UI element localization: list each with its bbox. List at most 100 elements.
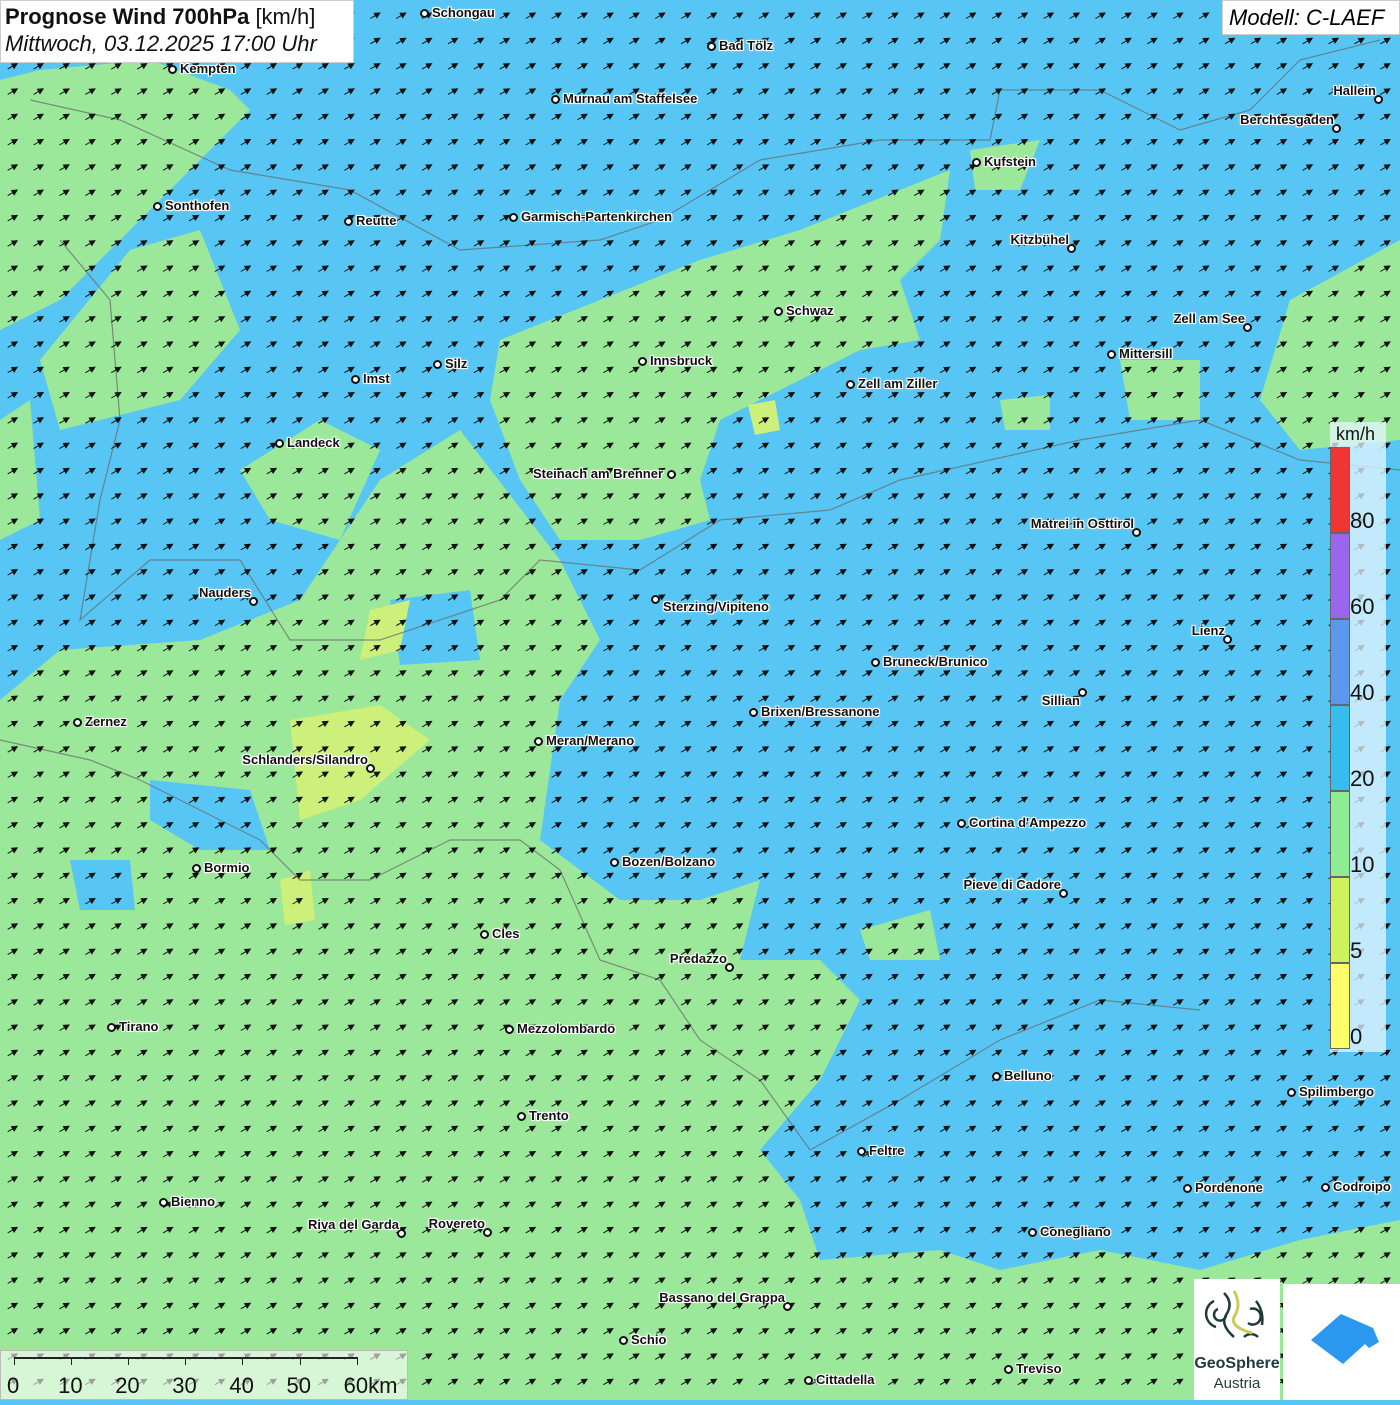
- city-marker: [667, 470, 676, 479]
- legend-tick: 5: [1350, 938, 1362, 964]
- city-label: Schio: [631, 1332, 666, 1347]
- city-label: Zell am Ziller: [858, 376, 937, 391]
- app-logo[interactable]: [1283, 1284, 1400, 1400]
- city-marker: [804, 1376, 813, 1385]
- scale-tick: [71, 1357, 72, 1365]
- city-label: Lienz: [1192, 623, 1225, 638]
- city-label: Schlanders/Silandro: [242, 752, 368, 767]
- city-marker: [610, 858, 619, 867]
- city-label: Garmisch-Partenkirchen: [521, 209, 672, 224]
- legend-tick: 60: [1350, 594, 1374, 620]
- city-label: Tirano: [119, 1019, 159, 1034]
- city-marker: [159, 1198, 168, 1207]
- legend-swatch: [1330, 963, 1350, 1049]
- city-label: Silz: [445, 356, 467, 371]
- city-marker: [351, 375, 360, 384]
- scale-label: 50: [287, 1373, 311, 1399]
- city-label: Zernez: [85, 714, 127, 729]
- city-label: Nauders: [199, 585, 251, 600]
- city-label: Predazzo: [670, 951, 727, 966]
- city-marker: [168, 65, 177, 74]
- city-label: Trento: [529, 1108, 569, 1123]
- city-label: Bruneck/Brunico: [883, 654, 988, 669]
- city-marker: [871, 658, 880, 667]
- city-label: Kempten: [180, 61, 236, 76]
- city-label: Landeck: [287, 435, 340, 450]
- city-label: Innsbruck: [650, 353, 712, 368]
- legend-unit: km/h: [1336, 424, 1375, 445]
- legend-tick: 80: [1350, 508, 1374, 534]
- city-label: Mezzolombardo: [517, 1021, 615, 1036]
- scale-tick: [185, 1357, 186, 1365]
- city-marker: [153, 202, 162, 211]
- city-marker: [638, 357, 647, 366]
- city-label: Berchtesgaden: [1240, 112, 1334, 127]
- city-label: Pordenone: [1195, 1180, 1263, 1195]
- city-marker: [505, 1025, 514, 1034]
- city-marker: [992, 1072, 1001, 1081]
- city-marker: [551, 95, 560, 104]
- city-label: Reutte: [356, 213, 396, 228]
- scale-tick: [242, 1357, 243, 1365]
- scale-label: 20: [115, 1373, 139, 1399]
- city-label: Schongau: [432, 5, 495, 20]
- city-marker: [420, 9, 429, 18]
- forecast-datetime: Mittwoch, 03.12.2025 17:00 Uhr: [5, 31, 349, 57]
- city-label: Treviso: [1016, 1361, 1062, 1376]
- city-label: Kufstein: [984, 154, 1036, 169]
- city-marker: [1004, 1365, 1013, 1374]
- scale-label: 30: [172, 1373, 196, 1399]
- city-marker: [509, 213, 518, 222]
- city-label: Schwaz: [786, 303, 834, 318]
- legend-swatch: [1330, 705, 1350, 791]
- city-label: Cittadella: [816, 1372, 875, 1387]
- city-marker: [707, 42, 716, 51]
- city-marker: [480, 930, 489, 939]
- scale-bar: 0102030405060km: [0, 1350, 408, 1400]
- city-label: Bassano del Grappa: [659, 1290, 785, 1305]
- scale-tick: [14, 1357, 15, 1365]
- city-label: Pieve di Cadore: [963, 877, 1061, 892]
- city-label: Sonthofen: [165, 198, 229, 213]
- geosphere-logo[interactable]: GeoSphere Austria: [1194, 1279, 1280, 1400]
- city-label: Cles: [492, 926, 519, 941]
- city-marker: [344, 217, 353, 226]
- city-label: Rovereto: [429, 1216, 485, 1231]
- city-label: Mittersill: [1119, 346, 1172, 361]
- city-marker: [433, 360, 442, 369]
- legend-swatch: [1330, 533, 1350, 619]
- city-marker: [1287, 1088, 1296, 1097]
- scale-tick: [128, 1357, 129, 1365]
- city-label: Bormio: [204, 860, 250, 875]
- city-marker: [1321, 1183, 1330, 1192]
- city-label: Cortina d'Ampezzo: [969, 815, 1086, 830]
- city-marker: [275, 439, 284, 448]
- scale-label: 0: [7, 1373, 19, 1399]
- city-marker: [774, 307, 783, 316]
- city-marker: [534, 737, 543, 746]
- city-marker: [857, 1147, 866, 1156]
- city-label: Codroipo: [1333, 1179, 1391, 1194]
- legend-swatch: [1330, 877, 1350, 963]
- city-label: Imst: [363, 371, 390, 386]
- city-marker: [972, 158, 981, 167]
- legend-swatch: [1330, 619, 1350, 705]
- city-label: Conegliano: [1040, 1224, 1111, 1239]
- city-label: Kitzbühel: [1011, 232, 1070, 247]
- title-box: Prognose Wind 700hPa [km/h] Mittwoch, 03…: [0, 0, 354, 63]
- city-marker: [517, 1112, 526, 1121]
- city-label: Belluno: [1004, 1068, 1052, 1083]
- city-label: Bozen/Bolzano: [622, 854, 715, 869]
- city-label: Zell am See: [1173, 311, 1245, 326]
- scale-label: 60km: [344, 1373, 398, 1399]
- legend-tick: 40: [1350, 680, 1374, 706]
- city-label: Feltre: [869, 1143, 904, 1158]
- color-legend: km/h 806040201050: [1330, 422, 1386, 1052]
- scale-label: 10: [58, 1373, 82, 1399]
- geosphere-emblem-icon: [1194, 1279, 1280, 1355]
- page-title: Prognose Wind 700hPa [km/h]: [5, 4, 349, 30]
- city-label: Bienno: [171, 1194, 215, 1209]
- legend-tick: 20: [1350, 766, 1374, 792]
- legend-tick: 10: [1350, 852, 1374, 878]
- mountain-logo-icon: [1283, 1284, 1400, 1400]
